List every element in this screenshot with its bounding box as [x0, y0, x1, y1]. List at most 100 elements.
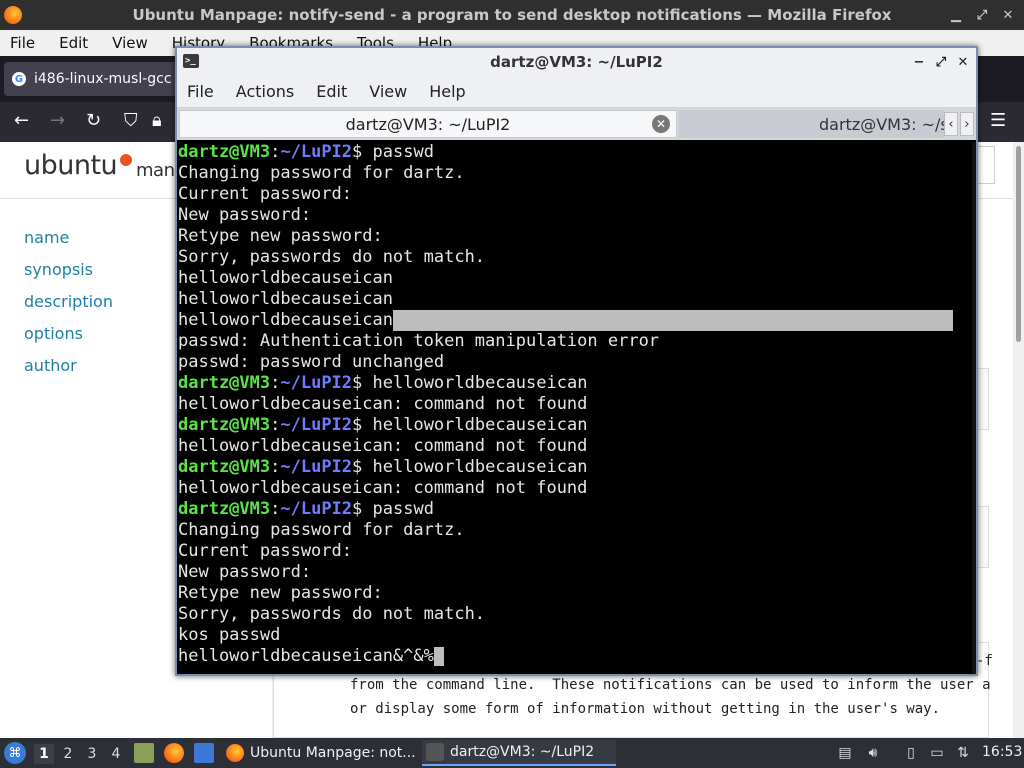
ubuntu-logo-text: ubuntu — [24, 150, 118, 181]
terminal-tabbar: dartz@VM3: ~/LuPI2 ✕ dartz@VM3: ~/sm ‹ › — [177, 108, 976, 140]
workspace-1[interactable]: 1 — [34, 744, 54, 764]
lock-icon[interactable]: 🔒︎ — [152, 110, 162, 131]
toc-link-description[interactable]: description — [24, 292, 113, 311]
clock[interactable]: 16:53 — [982, 744, 1022, 760]
terminal-line: dartz@VM3:~/LuPI2$ passwd — [178, 142, 976, 163]
terminal-line: passwd: Authentication token manipulatio… — [178, 331, 976, 352]
ff-menu-view[interactable]: View — [112, 34, 148, 52]
command-text: passwd — [372, 499, 434, 519]
ubuntu-logo[interactable]: ubuntu man — [24, 150, 175, 181]
toc-link-synopsis[interactable]: synopsis — [24, 260, 93, 279]
ff-menu-edit[interactable]: Edit — [59, 34, 88, 52]
command-text: helloworldbecauseican — [372, 457, 588, 477]
file-manager-icon[interactable] — [134, 743, 154, 763]
terminal-line: dartz@VM3:~/LuPI2$ passwd — [178, 499, 976, 520]
close-icon[interactable]: ✕ — [998, 5, 1018, 25]
terminal-line: kos passwd — [178, 625, 976, 646]
terminal-app-icon: >_ — [183, 54, 199, 68]
workspace-2[interactable]: 2 — [58, 744, 78, 764]
output-text: Changing password for dartz. — [178, 163, 465, 183]
output-text: helloworldbecauseican — [178, 268, 393, 288]
terminal-tab-label: dartz@VM3: ~/LuPI2 — [345, 114, 511, 134]
terminal-line: Retype new password: — [178, 226, 976, 247]
term-menu-file[interactable]: File — [187, 82, 214, 101]
page-scrollbar[interactable] — [1013, 142, 1024, 738]
chevron-left-icon[interactable]: ‹ — [944, 112, 958, 136]
close-icon[interactable]: ✕ — [954, 52, 972, 72]
workspace-4[interactable]: 4 — [106, 744, 126, 764]
terminal-tab-active[interactable]: dartz@VM3: ~/LuPI2 ✕ — [179, 110, 677, 138]
term-menu-actions[interactable]: Actions — [236, 82, 294, 101]
output-text: New password: — [178, 562, 312, 582]
terminal-scrollbar[interactable] — [972, 142, 976, 674]
terminal-line: helloworldbecauseican: command not found — [178, 436, 976, 457]
term-menu-help[interactable]: Help — [429, 82, 465, 101]
forward-arrow-icon[interactable]: → — [50, 110, 65, 131]
terminal-tab-inactive[interactable]: dartz@VM3: ~/sm — [679, 110, 944, 138]
start-menu-icon[interactable]: ⌘ — [4, 742, 26, 764]
output-text: helloworldbecauseican&^&% — [178, 646, 434, 666]
output-text: New password: — [178, 205, 312, 225]
terminal-line: dartz@VM3:~/LuPI2$ helloworldbecauseican — [178, 457, 976, 478]
output-text: helloworldbecauseican: command not found — [178, 436, 588, 456]
terminal-menubar: File Actions Edit View Help — [177, 76, 976, 108]
clipboard-icon[interactable]: ▤ — [836, 744, 854, 762]
firefox-titlebar[interactable]: Ubuntu Manpage: notify-send - a program … — [0, 0, 1024, 30]
prompt-path: ~/LuPI2 — [280, 415, 353, 435]
prompt-user: dartz@VM3 — [178, 457, 271, 477]
term-menu-view[interactable]: View — [369, 82, 407, 101]
back-arrow-icon[interactable]: ← — [14, 110, 29, 131]
show-desktop-icon[interactable] — [194, 743, 214, 763]
taskbar-task-firefox[interactable]: Ubuntu Manpage: not... — [222, 740, 418, 766]
code-line-partial: -f — [976, 653, 993, 669]
prompt-user: dartz@VM3 — [178, 142, 271, 162]
terminal-output[interactable]: dartz@VM3:~/LuPI2$ passwd Changing passwo… — [177, 142, 976, 674]
ff-menu-file[interactable]: File — [10, 34, 35, 52]
terminal-line: helloworldbecauseican&^&% — [178, 646, 976, 667]
maximize-icon[interactable]: ⤢ — [972, 5, 992, 25]
prompt-separator: : — [270, 415, 281, 435]
terminal-icon — [426, 743, 444, 761]
terminal-line: helloworldbecauseican: command not found — [178, 478, 976, 499]
prompt-suffix: $ — [352, 415, 373, 435]
output-text: Sorry, passwords do not match. — [178, 604, 486, 624]
toc-link-name[interactable]: name — [24, 228, 69, 247]
terminal-line: Changing password for dartz. — [178, 520, 976, 541]
hamburger-menu-icon[interactable]: ☰ — [990, 110, 1006, 131]
command-text: helloworldbecauseican — [372, 373, 588, 393]
ubuntu-logo-sub: man — [136, 160, 175, 181]
chevron-right-icon[interactable]: › — [960, 112, 974, 136]
volume-icon[interactable]: 🔊︎ — [864, 744, 882, 762]
network-icon[interactable]: ⇅ — [954, 744, 972, 762]
selection-highlight — [392, 310, 953, 331]
prompt-suffix: $ — [352, 457, 373, 477]
terminal-titlebar[interactable]: >_ dartz@VM3: ~/LuPI2 − ⤢ ✕ — [177, 48, 976, 76]
command-text: passwd — [372, 142, 434, 162]
firefox-launcher-icon[interactable] — [164, 743, 184, 763]
terminal-line: dartz@VM3:~/LuPI2$ helloworldbecauseican — [178, 415, 976, 436]
minimize-icon[interactable]: − — [910, 52, 928, 72]
notes-icon[interactable]: ▯ — [902, 744, 920, 762]
shield-icon[interactable]: ⛉ — [124, 110, 138, 131]
reload-icon[interactable]: ↻ — [86, 110, 101, 131]
maximize-icon[interactable]: ⤢ — [932, 52, 950, 72]
taskbar-task-label: Ubuntu Manpage: not... — [250, 745, 416, 761]
taskbar-task-terminal[interactable]: dartz@VM3: ~/LuPI2 — [422, 740, 616, 766]
terminal-line: passwd: password unchanged — [178, 352, 976, 373]
term-menu-edit[interactable]: Edit — [316, 82, 347, 101]
firefox-tab-title: i486-linux-musl-gcc de — [34, 71, 194, 87]
prompt-path: ~/LuPI2 — [280, 457, 353, 477]
google-favicon-icon: G — [12, 72, 26, 86]
toc-link-author[interactable]: author — [24, 356, 77, 375]
output-text: passwd: password unchanged — [178, 352, 445, 372]
workspace-3[interactable]: 3 — [82, 744, 102, 764]
terminal-line: helloworldbecauseican — [178, 268, 976, 289]
terminal-line: Current password: — [178, 184, 976, 205]
page-scrollbar-thumb[interactable] — [1016, 146, 1021, 342]
terminal-line: dartz@VM3:~/LuPI2$ helloworldbecauseican — [178, 373, 976, 394]
terminal-line: helloworldbecauseican — [178, 289, 976, 310]
toc-link-options[interactable]: options — [24, 324, 83, 343]
minimize-icon[interactable]: ▁ — [946, 5, 966, 25]
display-icon[interactable]: ▭ — [928, 744, 946, 762]
tab-close-icon[interactable]: ✕ — [652, 115, 670, 133]
